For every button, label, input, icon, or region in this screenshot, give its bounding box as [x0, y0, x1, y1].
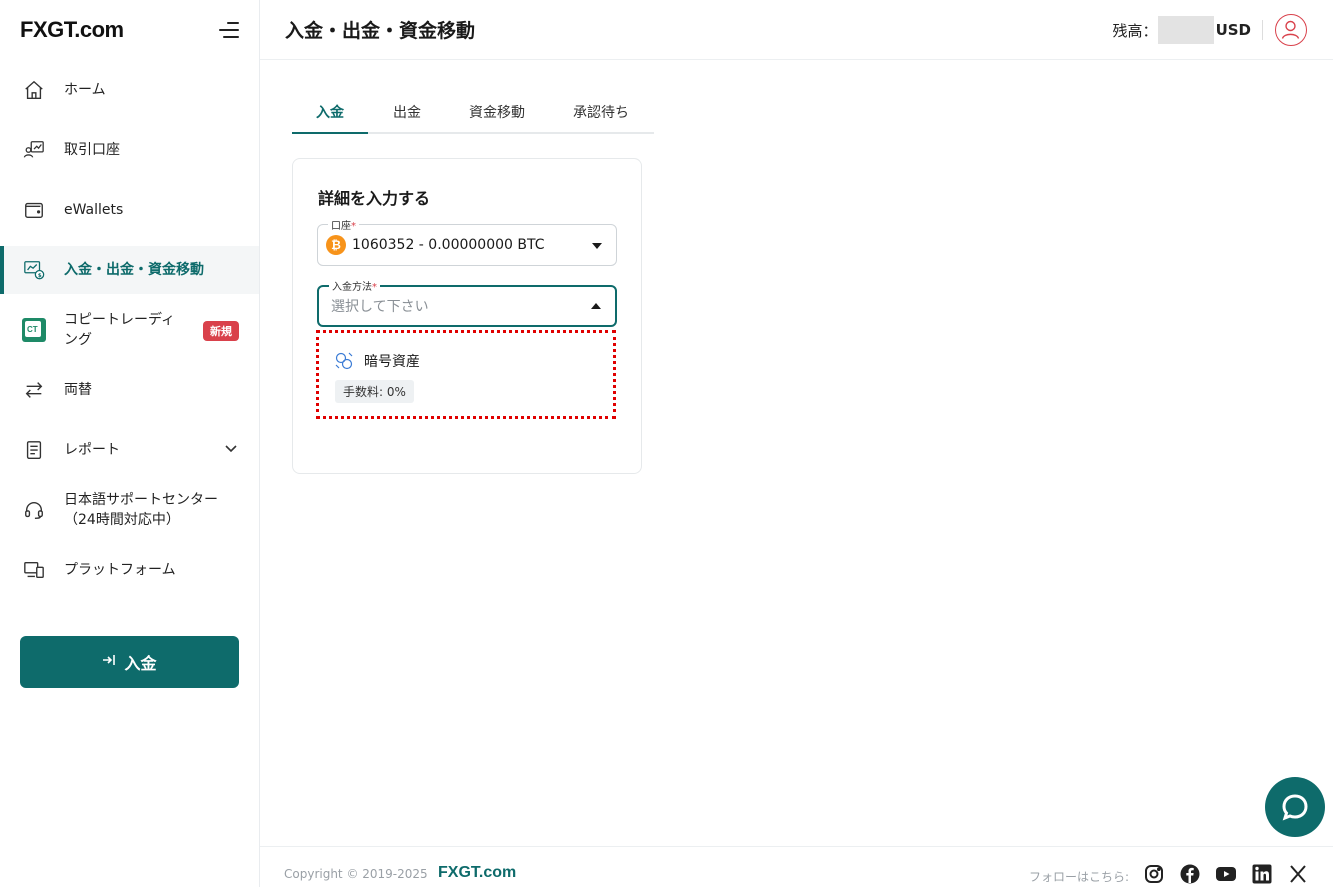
- app-root: FXGT.com ホーム 取引口座 eWallets $ 入金・出金・資金移動 …: [0, 0, 1333, 887]
- sidebar-item-label: 両替: [64, 382, 92, 398]
- support-label-line1: 日本語サポートセンター: [64, 492, 218, 508]
- form-title: 詳細を入力する: [318, 189, 431, 208]
- sidebar-deposit-button[interactable]: 入金: [20, 636, 239, 688]
- sidebar-item-trading-account[interactable]: 取引口座: [0, 126, 259, 174]
- top-header: 入金・出金・資金移動 残高： USD: [260, 0, 1333, 60]
- deposit-method-select[interactable]: 入金方法* 選択して下さい: [317, 278, 617, 327]
- platform-icon: [22, 558, 46, 582]
- headset-icon: [22, 498, 46, 522]
- youtube-icon[interactable]: [1215, 863, 1237, 885]
- deposit-method-option-list: 暗号資産 手数料: 0%: [316, 330, 616, 419]
- menu-line: [219, 29, 239, 31]
- account-field-label: 口座*: [328, 217, 359, 232]
- report-icon: [22, 438, 46, 462]
- chat-support-button[interactable]: [1265, 777, 1325, 837]
- balance-mask: [1157, 16, 1214, 44]
- fee-chip: 手数料: 0%: [335, 380, 414, 403]
- support-label-line2: （24時間対応中）: [64, 512, 180, 528]
- sidebar-item-label: ホーム: [64, 82, 106, 98]
- deposit-form-card: 詳細を入力する 口座* ₿ 1060352 - 0.00000000 BTC 入…: [292, 158, 642, 474]
- tab-withdraw[interactable]: 出金: [368, 92, 446, 132]
- balance-display: 残高： USD: [1113, 16, 1251, 44]
- page-title: 入金・出金・資金移動: [285, 20, 476, 42]
- instagram-icon[interactable]: [1143, 863, 1165, 885]
- deposit-button-label: 入金: [124, 654, 157, 673]
- new-badge: 新規: [203, 321, 239, 341]
- balance-label: 残高：: [1112, 21, 1158, 40]
- copyright-text: Copyright © 2019-2025: [284, 867, 428, 881]
- x-icon[interactable]: [1287, 863, 1309, 885]
- sidebar-item-label: 入金・出金・資金移動: [64, 262, 204, 278]
- tab-deposit[interactable]: 入金: [292, 92, 368, 134]
- wallet-icon: [22, 198, 46, 222]
- option-name: 暗号資産: [364, 354, 420, 370]
- funds-tabs: 入金 出金 資金移動 承認待ち: [292, 92, 654, 134]
- logo-row: FXGT.com: [0, 0, 259, 60]
- sidebar-nav: ホーム 取引口座 eWallets $ 入金・出金・資金移動 CT コピートレー…: [0, 66, 259, 594]
- follow-text: フォローはこちら:: [1028, 870, 1129, 884]
- copy-trading-icon: CT: [22, 318, 46, 342]
- account-value: 1060352 - 0.00000000 BTC: [352, 237, 545, 253]
- sidebar-item-home[interactable]: ホーム: [0, 66, 259, 114]
- balance-currency: USD: [1215, 21, 1251, 39]
- method-placeholder: 選択して下さい: [331, 299, 429, 315]
- user-avatar-icon[interactable]: [1275, 14, 1307, 46]
- bitcoin-icon: ₿: [326, 235, 346, 255]
- sidebar-item-label: コピートレーディング: [64, 312, 176, 348]
- tab-pending[interactable]: 承認待ち: [548, 92, 654, 132]
- account-label-text: 口座: [331, 221, 351, 232]
- tab-transfer[interactable]: 資金移動: [446, 92, 548, 132]
- header-divider: [1262, 20, 1263, 40]
- sidebar-item-funds[interactable]: $ 入金・出金・資金移動: [0, 246, 259, 294]
- menu-toggle-button[interactable]: [217, 20, 239, 40]
- fxgt-logo[interactable]: FXGT.com: [20, 17, 124, 43]
- dropdown-arrow-up-icon: [591, 303, 601, 309]
- required-mark: *: [351, 221, 356, 232]
- sidebar-item-copy-trading[interactable]: CT コピートレーディング 新規: [0, 306, 259, 354]
- login-arrow-icon: [102, 653, 116, 671]
- social-links: [1129, 863, 1309, 885]
- dropdown-arrow-icon: [592, 243, 602, 249]
- menu-line: [223, 36, 239, 38]
- sidebar: FXGT.com ホーム 取引口座 eWallets $ 入金・出金・資金移動 …: [0, 0, 260, 887]
- svg-text:$: $: [38, 273, 42, 279]
- ct-badge-icon: CT: [22, 318, 46, 342]
- chevron-down-icon[interactable]: [223, 440, 239, 460]
- linkedin-icon[interactable]: [1251, 863, 1273, 885]
- sidebar-item-ewallets[interactable]: eWallets: [0, 186, 259, 234]
- option-crypto[interactable]: 暗号資産: [334, 351, 420, 371]
- sidebar-item-support[interactable]: 日本語サポートセンター （24時間対応中）: [0, 486, 259, 534]
- funds-transfer-icon: $: [22, 258, 46, 282]
- home-icon: [22, 78, 46, 102]
- crypto-icon: [334, 351, 354, 371]
- ct-icon-text: CT: [27, 325, 38, 334]
- method-label-text: 入金方法: [332, 282, 372, 293]
- sidebar-item-label: プラットフォーム: [64, 562, 176, 578]
- footer-brand[interactable]: FXGT.com: [438, 864, 516, 882]
- sidebar-item-label: 日本語サポートセンター （24時間対応中）: [64, 490, 218, 530]
- trading-account-icon: [22, 138, 46, 162]
- sidebar-item-label: レポート: [64, 442, 120, 458]
- sidebar-item-label: eWallets: [64, 202, 124, 218]
- sidebar-item-label: 取引口座: [64, 142, 120, 158]
- menu-line: [227, 22, 239, 24]
- sidebar-item-exchange[interactable]: 両替: [0, 366, 259, 414]
- account-select[interactable]: 口座* ₿ 1060352 - 0.00000000 BTC: [317, 217, 617, 266]
- sidebar-item-platform[interactable]: プラットフォーム: [0, 546, 259, 594]
- exchange-icon: [22, 378, 46, 402]
- footer: Copyright © 2019-2025 FXGT.com フォローはこちら:: [260, 846, 1333, 887]
- method-field-label: 入金方法*: [329, 278, 380, 293]
- sidebar-item-report[interactable]: レポート: [0, 426, 259, 474]
- facebook-icon[interactable]: [1179, 863, 1201, 885]
- required-mark: *: [372, 282, 377, 293]
